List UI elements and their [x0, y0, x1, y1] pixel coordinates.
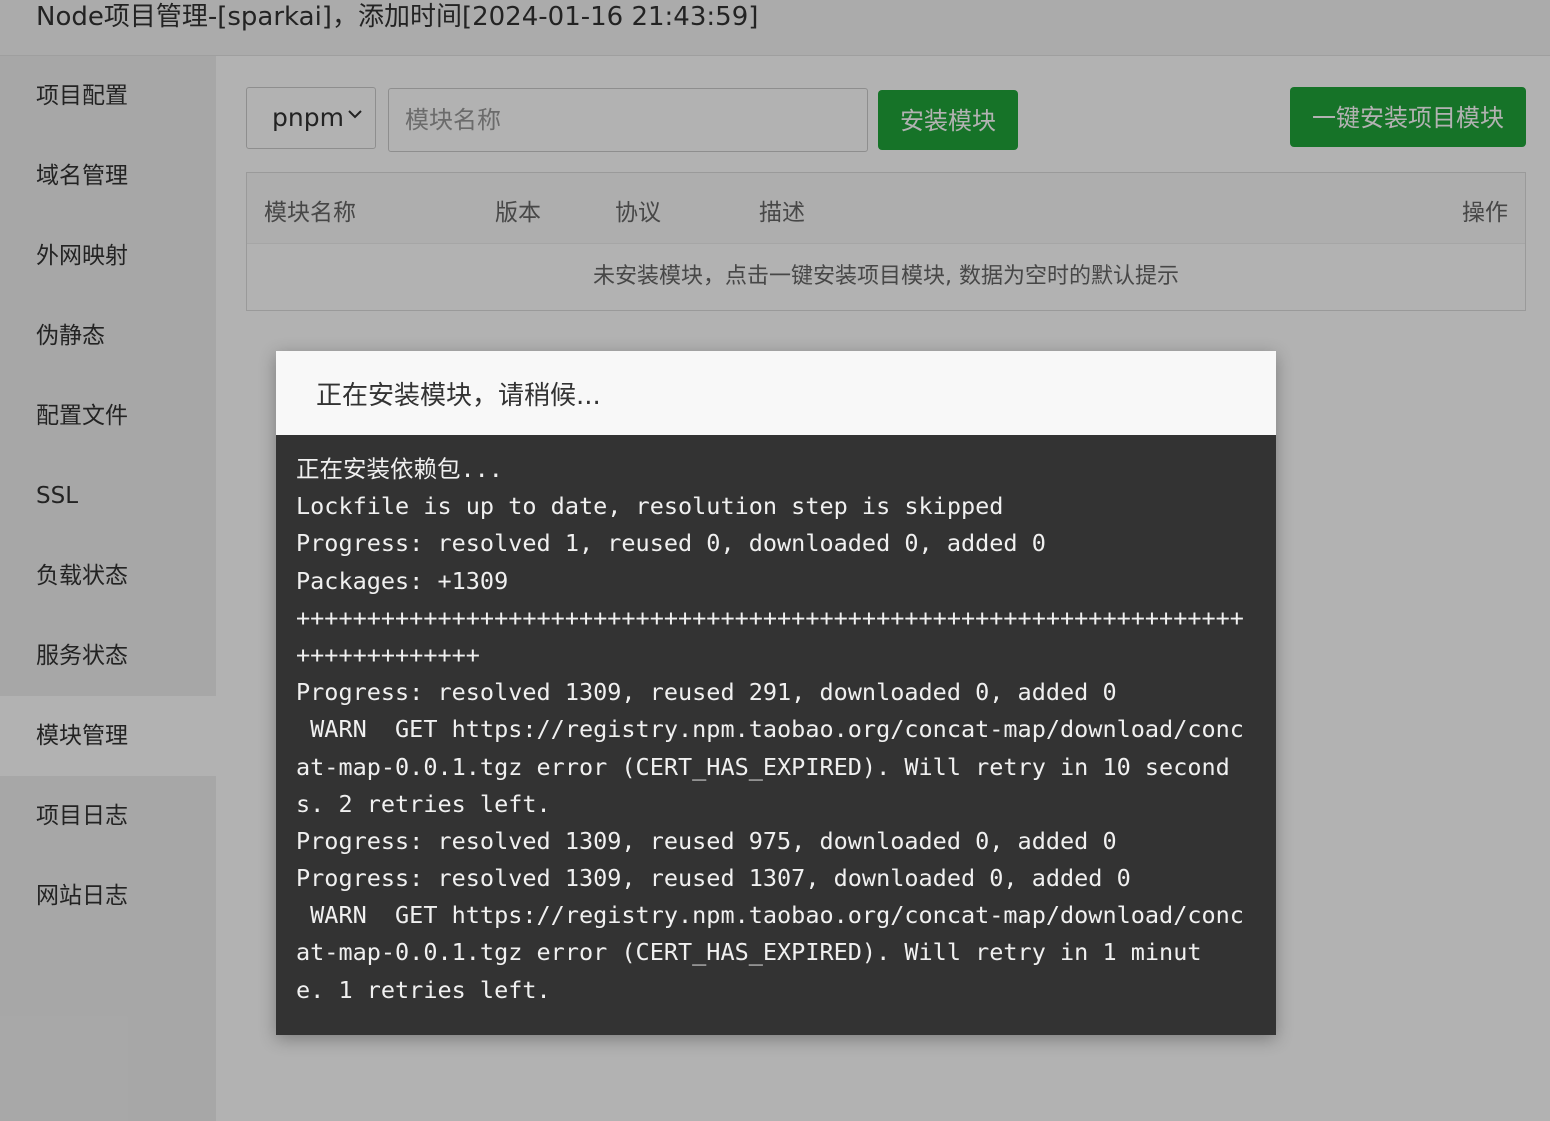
- modal-title: 正在安装模块，请稍候...: [316, 381, 601, 411]
- log-line: +++++++++++++: [296, 640, 480, 669]
- log-line: Progress: resolved 1309, reused 291, dow…: [296, 678, 1117, 707]
- log-line: e. 1 retries left.: [296, 975, 551, 1004]
- modal-header: 正在安装模块，请稍候...: [276, 351, 1276, 435]
- log-line: at-map-0.0.1.tgz error (CERT_HAS_EXPIRED…: [296, 938, 1202, 967]
- log-line: WARN GET https://registry.npm.taobao.org…: [296, 901, 1244, 930]
- log-line: Progress: resolved 1309, reused 975, dow…: [296, 826, 1117, 855]
- log-line: WARN GET https://registry.npm.taobao.org…: [296, 715, 1244, 744]
- log-line: Packages: +1309: [296, 566, 509, 595]
- log-line: Progress: resolved 1309, reused 1307, do…: [296, 864, 1131, 893]
- install-progress-modal: 正在安装模块，请稍候... 正在安装依赖包... Lockfile is up …: [276, 351, 1276, 1035]
- log-line: at-map-0.0.1.tgz error (CERT_HAS_EXPIRED…: [296, 752, 1230, 781]
- log-line: Lockfile is up to date, resolution step …: [296, 492, 1004, 521]
- log-line: Progress: resolved 1, reused 0, download…: [296, 529, 1046, 558]
- log-line: s. 2 retries left.: [296, 789, 551, 818]
- install-log-console: 正在安装依赖包... Lockfile is up to date, resol…: [276, 435, 1276, 1035]
- log-line: ++++++++++++++++++++++++++++++++++++++++…: [296, 603, 1244, 632]
- log-line: 正在安装依赖包...: [296, 455, 503, 483]
